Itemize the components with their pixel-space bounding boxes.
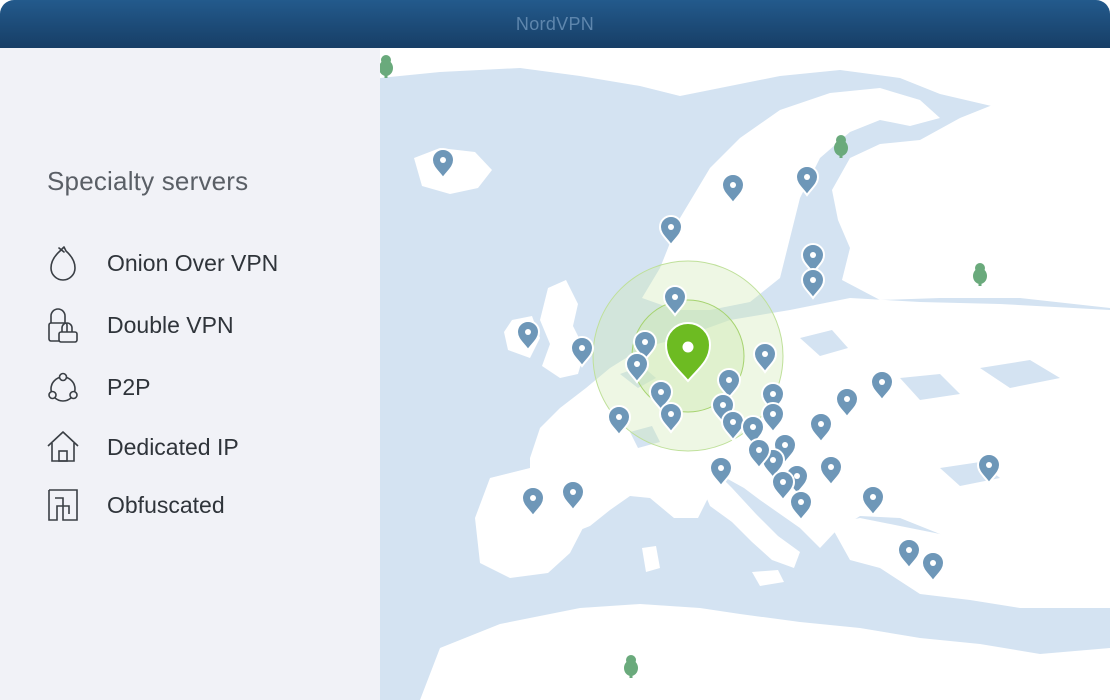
sidebar-item-label: Obfuscated xyxy=(107,491,225,518)
title-bar: NordVPN xyxy=(0,0,1110,48)
sidebar-item-label: Dedicated IP xyxy=(107,433,239,460)
obfuscated-icon xyxy=(46,485,82,525)
sidebar-item-p2p[interactable]: P2P xyxy=(46,367,366,407)
sidebar-item-obfuscated[interactable]: Obfuscated xyxy=(46,485,366,525)
app-window: NordVPN Specialty servers Onion Over VPN xyxy=(0,0,1110,700)
sidebar-item-onion-over-vpn[interactable]: Onion Over VPN xyxy=(46,243,366,283)
specialty-servers-sidebar: Specialty servers Onion Over VPN Double … xyxy=(0,48,380,700)
double-lock-icon xyxy=(46,305,82,345)
sidebar-item-label: Onion Over VPN xyxy=(107,249,279,276)
sidebar-heading: Specialty servers xyxy=(47,166,249,196)
sidebar-item-dedicated-ip[interactable]: Dedicated IP xyxy=(46,427,366,467)
map-canvas[interactable] xyxy=(380,48,1110,700)
sidebar-item-label: P2P xyxy=(107,373,151,400)
window-title: NordVPN xyxy=(515,13,595,34)
home-icon xyxy=(46,427,82,467)
sidebar-item-label: Double VPN xyxy=(107,311,234,338)
p2p-icon xyxy=(46,367,82,407)
server-map[interactable] xyxy=(380,48,1110,700)
onion-icon xyxy=(46,243,82,283)
sidebar-item-double-vpn[interactable]: Double VPN xyxy=(46,305,366,345)
